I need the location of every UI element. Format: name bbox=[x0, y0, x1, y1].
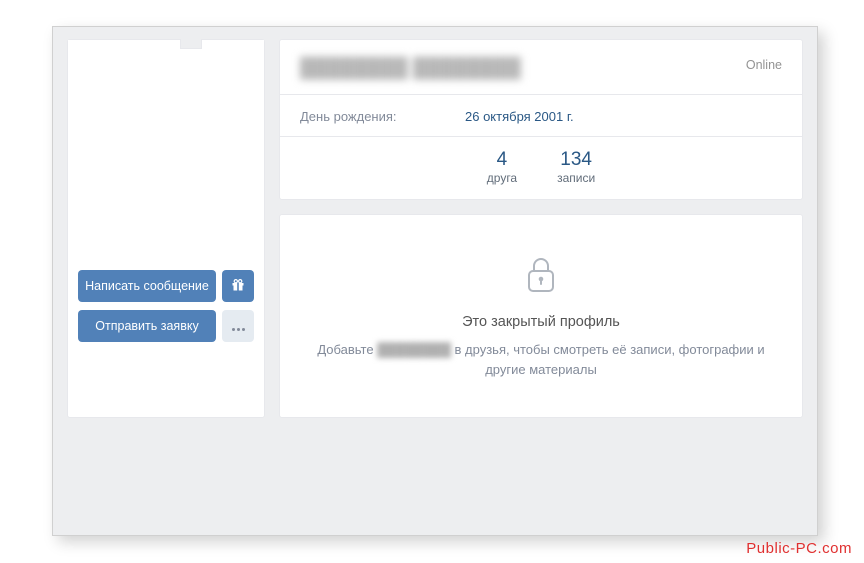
avatar-top-tab bbox=[180, 39, 202, 49]
private-title: Это закрытый профиль bbox=[300, 314, 782, 330]
content-area: Написать сообщение bbox=[53, 27, 817, 430]
private-description: Добавьте ████████ в друзья, чтобы смотре… bbox=[300, 340, 782, 379]
profile-header: ████████ ████████ Online bbox=[280, 40, 802, 95]
message-row: Написать сообщение bbox=[78, 270, 254, 302]
send-request-button[interactable]: Отправить заявку bbox=[78, 310, 216, 342]
lock-icon bbox=[525, 255, 557, 298]
counters-row: 4 друга 134 записи bbox=[280, 137, 802, 199]
profile-name: ████████ ████████ bbox=[300, 58, 521, 80]
gift-button[interactable] bbox=[222, 270, 254, 302]
gift-icon bbox=[231, 278, 245, 295]
more-button[interactable] bbox=[222, 310, 254, 342]
ellipsis-icon bbox=[231, 319, 246, 334]
avatar-placeholder bbox=[68, 40, 264, 260]
counter-friends-count: 4 bbox=[487, 149, 517, 171]
app-window: Написать сообщение bbox=[52, 26, 818, 536]
private-text-suffix: в друзья, чтобы смотреть её записи, фото… bbox=[455, 342, 765, 377]
online-status: Online bbox=[746, 58, 782, 72]
request-row: Отправить заявку bbox=[78, 310, 254, 342]
birthday-value[interactable]: 26 октября 2001 г. bbox=[465, 109, 574, 124]
counter-posts-label: записи bbox=[557, 171, 595, 185]
birthday-row: День рождения: 26 октября 2001 г. bbox=[280, 95, 802, 137]
counter-posts[interactable]: 134 записи bbox=[557, 149, 595, 185]
private-text-name: ████████ bbox=[377, 340, 451, 360]
profile-sidebar: Написать сообщение bbox=[67, 39, 265, 418]
sidebar-buttons: Написать сообщение bbox=[68, 260, 264, 352]
watermark: Public-PC.com bbox=[746, 540, 852, 557]
counter-posts-count: 134 bbox=[557, 149, 595, 171]
profile-info-card: ████████ ████████ Online День рождения: … bbox=[279, 39, 803, 200]
counter-friends[interactable]: 4 друга bbox=[487, 149, 517, 185]
birthday-label: День рождения: bbox=[300, 109, 465, 124]
message-button[interactable]: Написать сообщение bbox=[78, 270, 216, 302]
main-column: ████████ ████████ Online День рождения: … bbox=[279, 39, 803, 418]
private-text-prefix: Добавьте bbox=[317, 342, 373, 357]
private-profile-card: Это закрытый профиль Добавьте ████████ в… bbox=[279, 214, 803, 418]
counter-friends-label: друга bbox=[487, 171, 517, 185]
